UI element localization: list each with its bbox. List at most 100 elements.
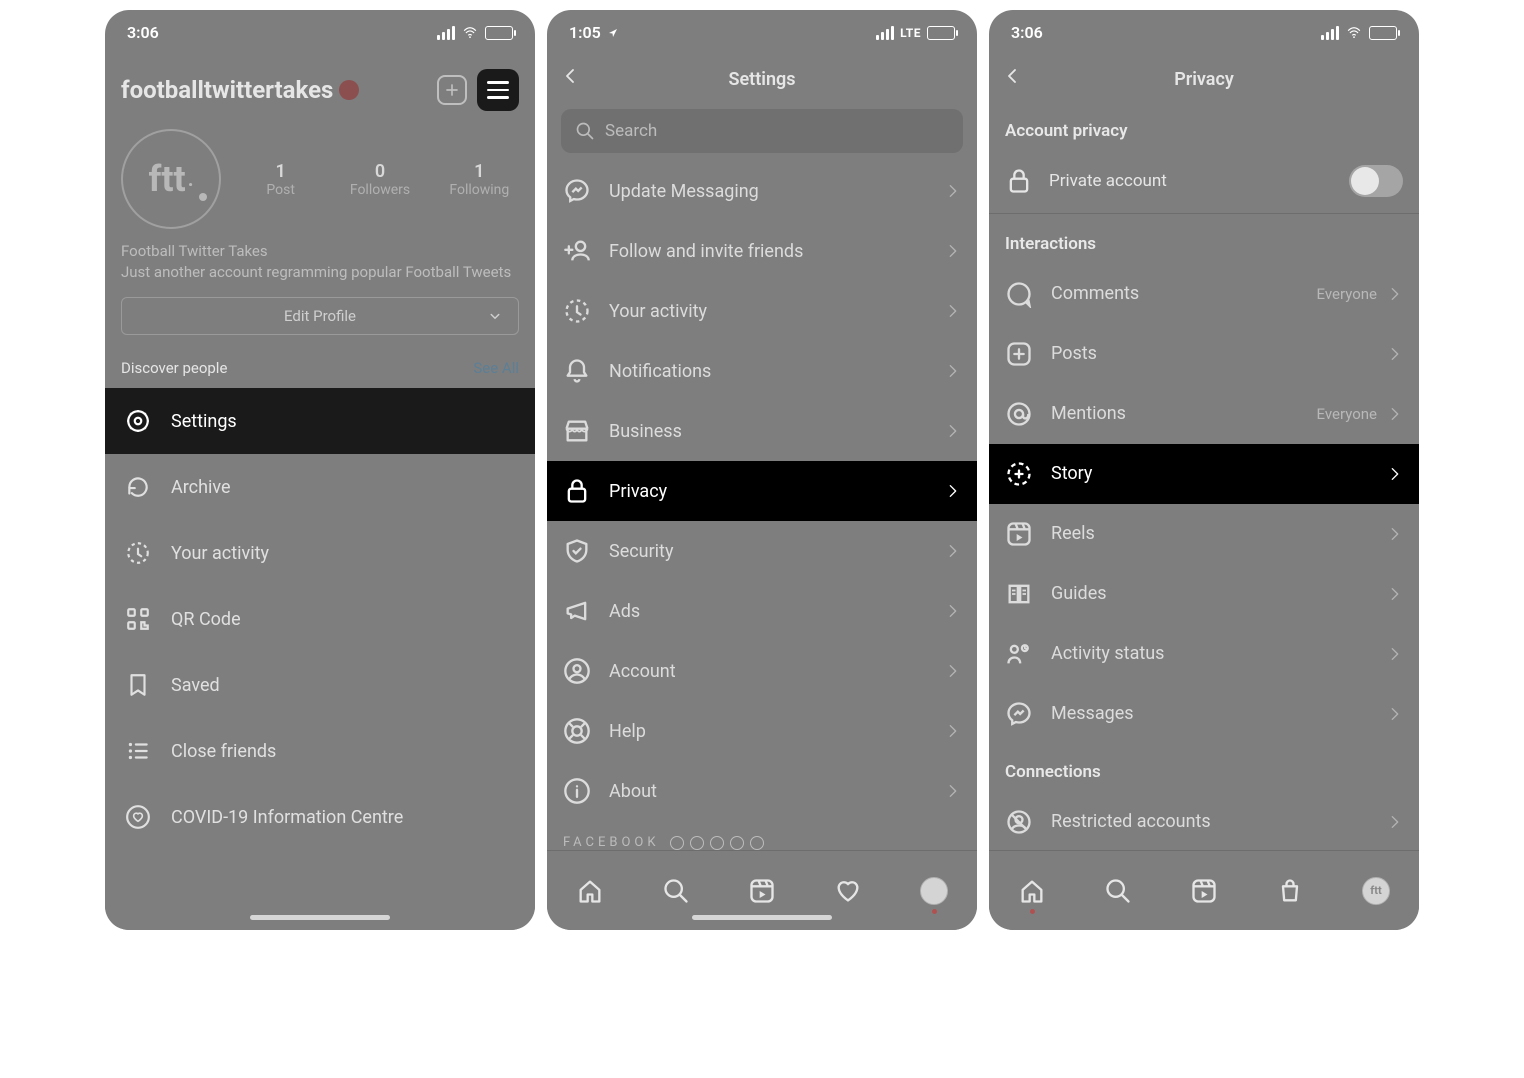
battery-icon: [485, 26, 513, 40]
back-button[interactable]: [1003, 67, 1021, 85]
heart-icon: [834, 877, 862, 905]
privacy-item-activity-status[interactable]: Activity status: [989, 624, 1419, 684]
tab-shop[interactable]: [1265, 866, 1315, 916]
username-text: footballtwittertakes: [121, 76, 333, 104]
network-label: LTE: [900, 26, 921, 40]
followers-stat[interactable]: 0 Followers: [340, 161, 419, 198]
page-title: Privacy: [1174, 69, 1234, 90]
tab-reels[interactable]: [1179, 866, 1229, 916]
story-circle-icon: [1005, 460, 1033, 488]
home-indicator[interactable]: [250, 915, 390, 920]
status-bar: 3:06: [989, 10, 1419, 55]
status-time: 1:05: [569, 23, 601, 42]
avatar-text: ftt: [148, 158, 185, 200]
back-button[interactable]: [561, 67, 579, 85]
privacy-item-guides[interactable]: Guides: [989, 564, 1419, 624]
chevron-right-icon: [945, 303, 961, 319]
tab-activity[interactable]: [823, 866, 873, 916]
chevron-right-icon: [1387, 286, 1403, 302]
lock-icon: [1005, 167, 1033, 195]
profile-avatar-icon: ftt: [1362, 877, 1390, 905]
privacy-item-posts[interactable]: Posts: [989, 324, 1419, 384]
menu-item-covid[interactable]: COVID-19 Information Centre: [105, 784, 535, 850]
home-indicator[interactable]: [692, 915, 832, 920]
search-placeholder: Search: [605, 121, 657, 141]
menu-item-close-friends[interactable]: Close friends: [105, 718, 535, 784]
plus-square-icon: [1005, 340, 1033, 368]
privacy-item-story[interactable]: Story: [989, 444, 1419, 504]
cellular-signal-icon: [1321, 26, 1339, 40]
reels-icon: [748, 877, 776, 905]
home-icon: [1018, 877, 1046, 905]
reels-icon: [1190, 877, 1218, 905]
activity-clock-icon: [563, 297, 591, 325]
chevron-right-icon: [945, 183, 961, 199]
settings-item-business[interactable]: Business: [547, 401, 977, 461]
settings-item-privacy[interactable]: Privacy: [547, 461, 977, 521]
posts-stat[interactable]: 1 Post: [241, 161, 320, 198]
privacy-item-reels[interactable]: Reels: [989, 504, 1419, 564]
settings-item-follow-invite[interactable]: Follow and invite friends: [547, 221, 977, 281]
cellular-signal-icon: [437, 26, 455, 40]
settings-item-activity[interactable]: Your activity: [547, 281, 977, 341]
hamburger-menu-button[interactable]: [477, 69, 519, 111]
privacy-item-mentions[interactable]: Mentions Everyone: [989, 384, 1419, 444]
following-stat[interactable]: 1 Following: [440, 161, 519, 198]
qr-code-icon: [125, 606, 151, 632]
chevron-down-icon: [486, 307, 504, 325]
profile-menu-sheet: Settings Archive Your activity QR Code S…: [105, 388, 535, 930]
privacy-item-comments[interactable]: Comments Everyone: [989, 264, 1419, 324]
see-all-link[interactable]: See All: [473, 359, 519, 377]
account-circle-icon: [563, 657, 591, 685]
settings-item-messaging[interactable]: Update Messaging: [547, 161, 977, 221]
shield-icon: [563, 537, 591, 565]
menu-item-saved[interactable]: Saved: [105, 652, 535, 718]
tab-home[interactable]: [565, 866, 615, 916]
battery-icon: [927, 26, 955, 40]
settings-item-notifications[interactable]: Notifications: [547, 341, 977, 401]
settings-item-security[interactable]: Security: [547, 521, 977, 581]
notification-dot-icon: [1030, 909, 1035, 914]
tab-profile[interactable]: ftt: [1351, 866, 1401, 916]
nav-header: Privacy: [989, 55, 1419, 103]
menu-item-qr-code[interactable]: QR Code: [105, 586, 535, 652]
settings-gear-icon: [125, 408, 151, 434]
private-account-label: Private account: [1049, 171, 1167, 191]
chevron-right-icon: [945, 723, 961, 739]
privacy-item-restricted[interactable]: Restricted accounts: [989, 792, 1419, 852]
create-post-button[interactable]: [437, 75, 467, 105]
battery-icon: [1369, 26, 1397, 40]
profile-avatar-icon: [920, 877, 948, 905]
tab-search[interactable]: [1093, 866, 1143, 916]
info-icon: [563, 777, 591, 805]
home-icon: [576, 877, 604, 905]
settings-item-about[interactable]: About: [547, 761, 977, 821]
activity-clock-icon: [125, 540, 151, 566]
private-account-toggle[interactable]: [1349, 165, 1403, 197]
menu-item-archive[interactable]: Archive: [105, 454, 535, 520]
lock-icon: [563, 477, 591, 505]
notification-badge-icon: [339, 80, 359, 100]
username-dropdown[interactable]: footballtwittertakes: [121, 76, 359, 104]
tab-profile[interactable]: [909, 866, 959, 916]
menu-item-settings[interactable]: Settings: [105, 388, 535, 454]
tab-home[interactable]: [1007, 866, 1057, 916]
search-input[interactable]: Search: [561, 109, 963, 153]
profile-avatar[interactable]: ftt .: [121, 129, 221, 229]
privacy-item-messages[interactable]: Messages: [989, 684, 1419, 744]
plus-icon: [442, 80, 462, 100]
archive-clock-icon: [125, 474, 151, 500]
chevron-right-icon: [1387, 346, 1403, 362]
facebook-app-icons: [670, 836, 764, 850]
edit-profile-button[interactable]: Edit Profile: [121, 297, 519, 335]
comment-bubble-icon: [1005, 280, 1033, 308]
settings-item-account[interactable]: Account: [547, 641, 977, 701]
settings-item-ads[interactable]: Ads: [547, 581, 977, 641]
menu-item-activity[interactable]: Your activity: [105, 520, 535, 586]
chevron-right-icon: [1387, 706, 1403, 722]
tab-search[interactable]: [651, 866, 701, 916]
facebook-label: FACEBOOK: [563, 835, 660, 850]
private-account-row: Private account: [989, 151, 1419, 211]
tab-reels[interactable]: [737, 866, 787, 916]
settings-item-help[interactable]: Help: [547, 701, 977, 761]
